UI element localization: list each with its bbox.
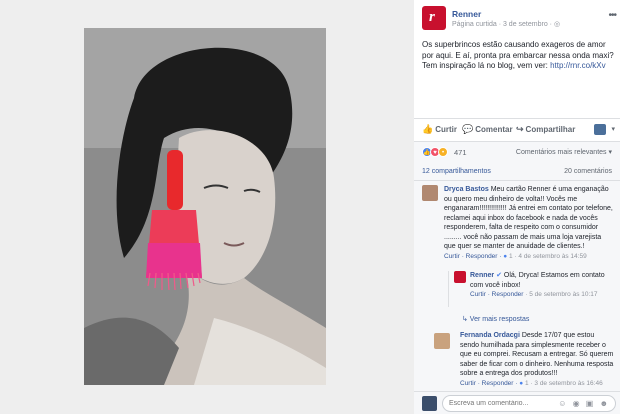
comment-time[interactable]: · 4 de setembro às 14:59: [513, 253, 586, 260]
comment: Dryca Bastos Meu cartão Renner é uma eng…: [422, 185, 614, 277]
comment-text: Meu cartão Renner é uma enganação ou que…: [444, 186, 613, 250]
shares-link[interactable]: 12 compartilhamentos: [422, 168, 491, 175]
verified-icon: ✔: [496, 272, 502, 279]
renner-logo: r: [429, 9, 435, 25]
post-text: Os superbrincos estão causando exageros …: [422, 40, 616, 72]
post-panel: r Renner Página curtida · 3 de setembro …: [414, 0, 620, 414]
more-replies-link[interactable]: ↳ Ver mais respostas: [462, 315, 529, 323]
comment-actions[interactable]: Curtir · Responder ·: [460, 380, 519, 387]
avatar[interactable]: [422, 185, 438, 201]
share-icon: ↪: [516, 124, 524, 134]
comment-meta: Curtir · Responder · ● 1 · 4 de setembro…: [444, 252, 614, 262]
composer-attachment-icons[interactable]: ☺ ◉ ▣ ☻: [558, 399, 610, 408]
comment-actions[interactable]: Curtir · Responder: [470, 291, 523, 298]
chevron-down-icon[interactable]: ▾: [611, 125, 615, 133]
comments-count[interactable]: 20 comentários: [564, 168, 612, 175]
like-count-icon: ●: [519, 379, 524, 387]
post-photo[interactable]: [84, 28, 326, 385]
comment-author[interactable]: Fernanda Ordacgi: [460, 332, 520, 339]
comment: Fernanda Ordacgi Desde 17/07 que estou s…: [422, 331, 614, 391]
share-button[interactable]: ↪ Compartilhar: [516, 124, 575, 135]
post-link[interactable]: http://rnr.co/kXv: [550, 61, 606, 70]
comment-body: Dryca Bastos Meu cartão Renner é uma eng…: [444, 185, 614, 261]
reactions-bar: 👍 ♥ • 471 Comentários mais relevantes ▾: [414, 141, 620, 163]
comment-label: Comentar: [475, 125, 513, 134]
post-meta: Página curtida · 3 de setembro · ◎: [452, 21, 561, 28]
like-button[interactable]: 👍 Curtir: [422, 124, 457, 135]
shares-row: 12 compartilhamentos 20 comentários: [414, 163, 620, 181]
comment-author[interactable]: Renner: [470, 272, 494, 279]
page-avatar[interactable]: r: [422, 6, 446, 30]
post-actions: 👍 Curtir 💬 Comentar ↪ Compartilhar ▾: [414, 118, 620, 140]
comment-author[interactable]: Dryca Bastos: [444, 186, 489, 193]
page-name-link[interactable]: Renner: [452, 9, 481, 19]
reaction-icons[interactable]: 👍 ♥ •: [422, 147, 448, 157]
comment-button[interactable]: 💬 Comentar: [462, 124, 513, 135]
comment-reply: Renner ✔ Olá, Dryca! Estamos em contato …: [448, 271, 614, 315]
like-count-icon: ●: [503, 252, 508, 260]
photo-viewer: [0, 0, 414, 414]
more-options-icon[interactable]: •••: [608, 10, 616, 21]
comment-body: Fernanda Ordacgi Desde 17/07 que estou s…: [460, 331, 614, 388]
avatar[interactable]: [454, 271, 466, 283]
comment-meta: Curtir · Responder · ● 1 · 3 de setembro…: [460, 379, 614, 389]
comment-icon: 💬: [462, 124, 474, 134]
comment-body: Renner ✔ Olá, Dryca! Estamos em contato …: [470, 271, 610, 300]
comment-actions[interactable]: Curtir · Responder ·: [444, 253, 503, 260]
comment-sort-dropdown[interactable]: Comentários mais relevantes ▾: [516, 148, 612, 156]
share-as-avatar[interactable]: [594, 124, 606, 135]
like-label: Curtir: [435, 125, 457, 134]
wow-reaction-icon: •: [438, 147, 448, 157]
avatar[interactable]: [434, 333, 450, 349]
comments-list: Dryca Bastos Meu cartão Renner é uma eng…: [414, 181, 620, 391]
avatar: [422, 396, 437, 411]
thumbs-up-icon: 👍: [422, 124, 434, 134]
comment-time[interactable]: · 5 de setembro às 10:17: [523, 291, 597, 298]
comment-time[interactable]: · 3 de setembro às 16:46: [529, 380, 602, 387]
comment-meta: Curtir · Responder · 5 de setembro às 10…: [470, 290, 610, 300]
comment-composer: ☺ ◉ ▣ ☻: [414, 391, 620, 414]
reaction-count[interactable]: 471: [454, 148, 467, 157]
post-header: r Renner Página curtida · 3 de setembro …: [422, 6, 618, 32]
share-label: Compartilhar: [525, 125, 576, 134]
